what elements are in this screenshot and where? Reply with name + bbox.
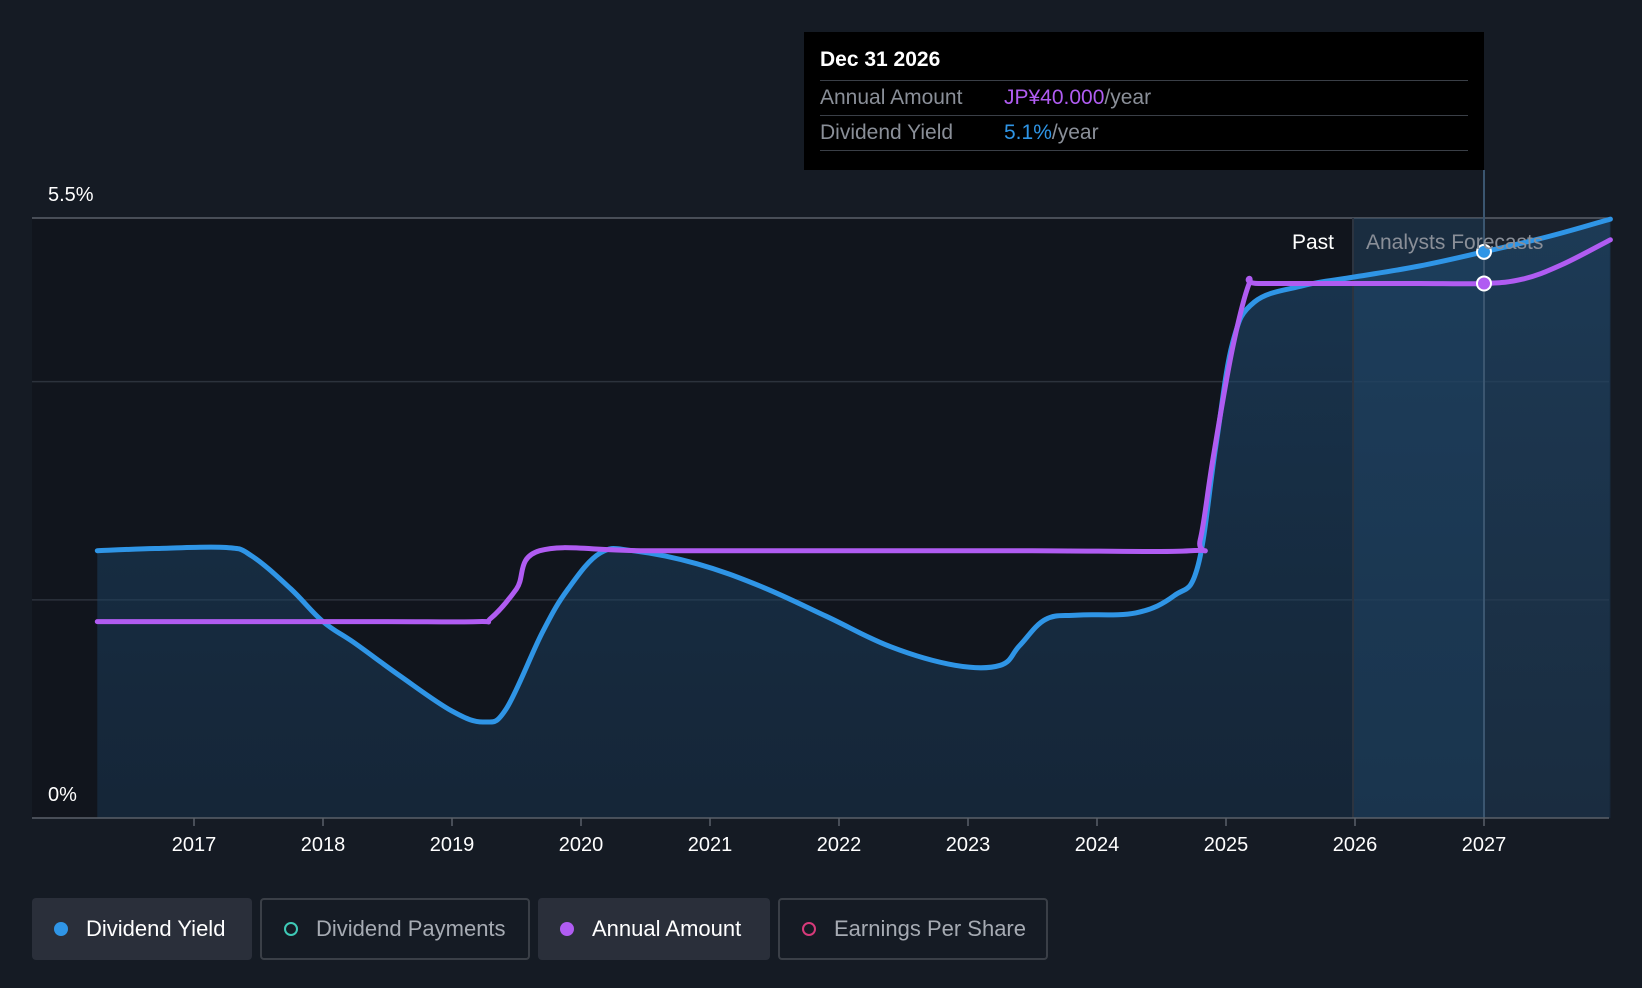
legend-dot-icon: [560, 922, 574, 936]
x-tick-label: 2025: [1204, 834, 1249, 856]
forecast-label: Analysts Forecasts: [1366, 231, 1543, 254]
x-tick-label: 2021: [688, 834, 733, 856]
tooltip-value: JP¥40.000: [1004, 86, 1105, 109]
tooltip-label: Dividend Yield: [820, 121, 954, 144]
forecast-highlight: [1353, 218, 1483, 818]
x-tick-label: 2020: [559, 834, 604, 856]
tooltip-row-yield: Dividend Yield 5.1% /year: [820, 116, 1468, 151]
legend-earnings-per-share[interactable]: Earnings Per Share: [778, 898, 1048, 960]
x-tick-label: 2024: [1075, 834, 1120, 856]
legend-annual-amount[interactable]: Annual Amount: [538, 898, 770, 960]
legend-label: Earnings Per Share: [834, 916, 1026, 941]
x-tick-label: 2017: [172, 834, 217, 856]
x-tick-label: 2027: [1462, 834, 1507, 856]
x-tick-label: 2023: [946, 834, 991, 856]
tooltip-value: 5.1%: [1004, 121, 1052, 144]
legend-ring-icon: [284, 922, 298, 936]
chart-tooltip: Dec 31 2026 Annual Amount JP¥40.000 /yea…: [804, 32, 1484, 170]
x-tick-label: 2018: [301, 834, 346, 856]
tooltip-row-amount: Annual Amount JP¥40.000 /year: [820, 81, 1468, 116]
x-tick-label: 2022: [817, 834, 862, 856]
past-label: Past: [1292, 231, 1334, 254]
tooltip-date: Dec 31 2026: [820, 46, 1468, 81]
legend-label: Dividend Yield: [86, 916, 226, 941]
legend-label: Dividend Payments: [316, 916, 506, 941]
legend-dot-icon: [54, 922, 68, 936]
tooltip-unit: /year: [1104, 86, 1152, 109]
x-tick-label: 2019: [430, 834, 475, 856]
y-label-max: 5.5%: [48, 184, 94, 206]
legend-label: Annual Amount: [592, 916, 742, 941]
legend-dividend-yield[interactable]: Dividend Yield: [32, 898, 252, 960]
annual-amount-marker[interactable]: [1476, 275, 1492, 292]
legend-ring-icon: [802, 922, 816, 936]
tooltip-unit: /year: [1051, 121, 1099, 144]
tooltip-label: Annual Amount: [820, 86, 963, 109]
legend-dividend-payments[interactable]: Dividend Payments: [260, 898, 530, 960]
x-tick-label: 2026: [1333, 834, 1378, 856]
y-label-min: 0%: [48, 784, 77, 806]
